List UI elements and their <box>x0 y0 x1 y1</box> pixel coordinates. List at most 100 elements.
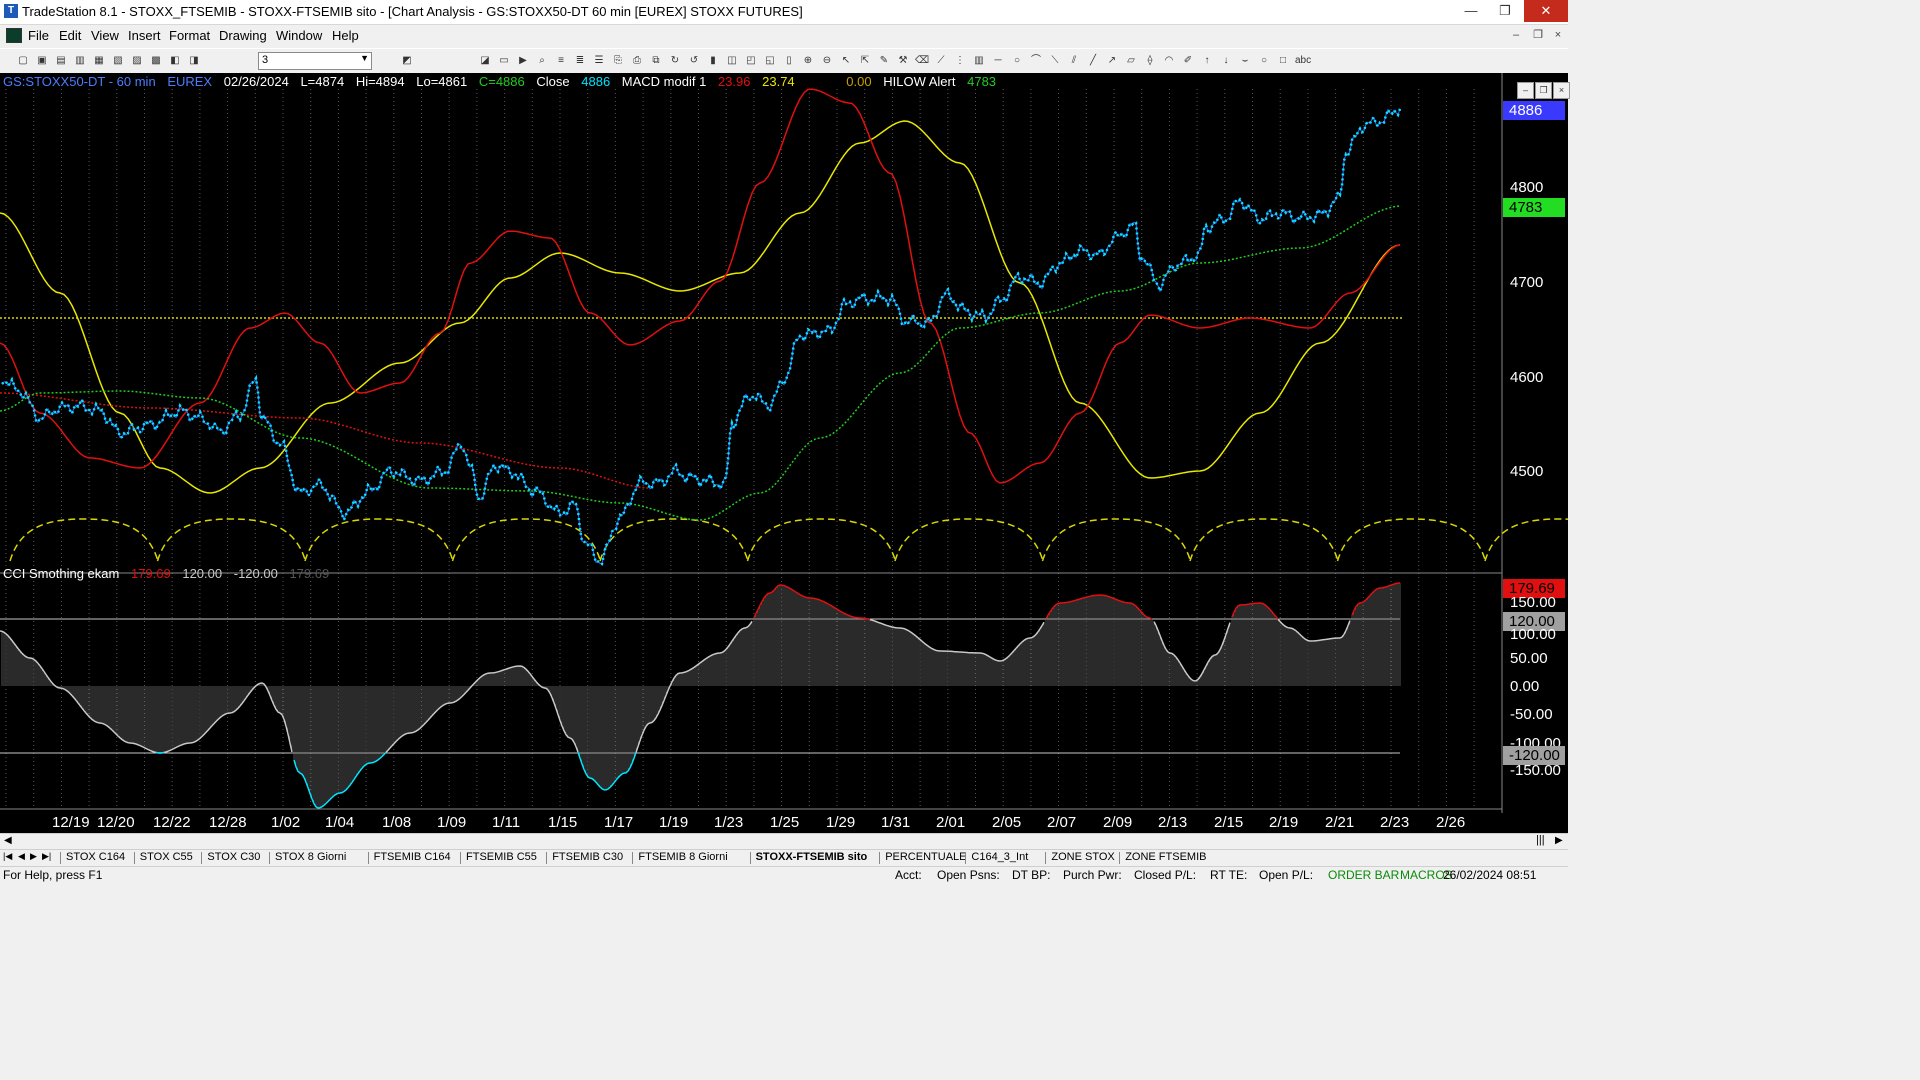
arrow-icon[interactable]: ↗ <box>1105 54 1119 67</box>
tools-icon[interactable]: ✎ <box>877 54 891 67</box>
printer-setup-icon[interactable]: ▨ <box>130 54 144 67</box>
link-c-icon[interactable]: ⧉ <box>649 54 663 67</box>
network-icon[interactable]: ◪ <box>478 54 492 67</box>
workspace-tab[interactable]: FTSEMIB C55 <box>466 851 537 863</box>
horizontal-line-icon[interactable]: ─ <box>991 54 1005 67</box>
workspace-tab[interactable]: STOXX-FTSEMIB sito <box>756 851 868 863</box>
minimize-button[interactable]: — <box>1454 0 1488 22</box>
pencil-icon[interactable]: ✐ <box>1181 54 1195 67</box>
speed-line-icon[interactable]: ⟍ <box>1048 54 1062 67</box>
menu-help[interactable]: Help <box>332 28 359 43</box>
refresh-b-icon[interactable]: ↺ <box>687 54 701 67</box>
cycle-icon[interactable]: ○ <box>1010 54 1024 67</box>
tab-nav-last-icon[interactable]: ▶| <box>42 851 51 862</box>
bar-chart-icon[interactable]: ▮ <box>706 54 720 67</box>
time-axis-label: 1/11 <box>492 814 521 831</box>
menu-edit[interactable]: Edit <box>59 28 81 43</box>
mdi-close-button[interactable]: × <box>1550 28 1566 42</box>
workspace-tab[interactable]: STOX C55 <box>140 851 193 863</box>
chart-canvas[interactable] <box>0 73 1568 833</box>
chart-analysis-window[interactable]: GS:STOXX50-DT - 60 min EUREX 02/26/2024 … <box>0 73 1570 833</box>
link-b-icon[interactable]: ⎙ <box>630 54 644 67</box>
tab-nav-prev-icon[interactable]: ◀ <box>18 851 25 862</box>
rectangle-icon[interactable]: □ <box>1276 54 1290 67</box>
print-preview-icon[interactable]: ▥ <box>73 54 87 67</box>
tab-nav-next-icon[interactable]: ▶ <box>30 851 37 862</box>
subwindow-close-button[interactable]: × <box>1553 82 1570 99</box>
play-icon[interactable]: ▶ <box>516 54 530 67</box>
fib-icon[interactable]: ⋮ <box>953 54 967 67</box>
format-drawing-icon[interactable]: ⚒ <box>896 54 910 67</box>
binoculars-icon[interactable]: ⌕ <box>535 54 549 67</box>
zoom-out-icon[interactable]: ⊖ <box>820 54 834 67</box>
subwindow-minimize-button[interactable]: – <box>1517 82 1534 99</box>
format-b-icon[interactable]: ≣ <box>573 54 587 67</box>
channel-icon[interactable]: ▱ <box>1124 54 1138 67</box>
line-icon[interactable]: ╱ <box>1086 54 1100 67</box>
apps-icon[interactable]: ◩ <box>400 54 414 67</box>
open-workspace-icon[interactable]: ▤ <box>54 54 68 67</box>
bar-interval-combo[interactable]: 3 ▼ <box>258 52 372 70</box>
pointer-icon[interactable]: ↖ <box>839 54 853 67</box>
maximize-button[interactable]: ❐ <box>1488 0 1522 22</box>
chart-b-icon[interactable]: ◰ <box>744 54 758 67</box>
tab-nav-first-icon[interactable]: |◀ <box>3 851 12 862</box>
workspace-tab[interactable]: ZONE STOX <box>1051 851 1114 863</box>
menu-drawing[interactable]: Drawing <box>219 28 267 43</box>
arrow-down-icon[interactable]: ↓ <box>1219 54 1233 67</box>
mdi-restore-button[interactable]: ❐ <box>1530 28 1546 42</box>
workspace-tab[interactable]: FTSEMIB 8 Giorni <box>638 851 727 863</box>
paste-icon[interactable]: ◧ <box>168 54 182 67</box>
zoom-in-icon[interactable]: ⊕ <box>801 54 815 67</box>
close-button[interactable]: ✕ <box>1524 0 1568 22</box>
text-abc-icon[interactable]: abc <box>1295 54 1311 67</box>
link-a-icon[interactable]: ⎘ <box>611 54 625 67</box>
workspace-tab[interactable]: STOX C30 <box>207 851 260 863</box>
menu-view[interactable]: View <box>91 28 119 43</box>
combo-dropdown-icon[interactable]: ▼ <box>360 53 369 63</box>
workspace-list-icon[interactable]: ▭ <box>497 54 511 67</box>
workspace-tab[interactable]: STOX C164 <box>66 851 125 863</box>
trendline-icon[interactable]: ⟋ <box>934 54 948 67</box>
scroll-thumb-icon[interactable]: ||| <box>1536 834 1545 846</box>
chart-window-icon[interactable] <box>6 28 22 43</box>
copy-icon[interactable]: ▩ <box>149 54 163 67</box>
workspace-tab[interactable]: ZONE FTSEMIB <box>1125 851 1206 863</box>
subwindow-restore-button[interactable]: ❐ <box>1535 82 1552 99</box>
circle-icon[interactable]: ○ <box>1257 54 1271 67</box>
select-cursor-icon[interactable]: ⇱ <box>858 54 872 67</box>
refresh-a-icon[interactable]: ↻ <box>668 54 682 67</box>
print-icon[interactable]: ▧ <box>111 54 125 67</box>
chart-c-icon[interactable]: ◱ <box>763 54 777 67</box>
erase-icon[interactable]: ⌫ <box>915 54 929 67</box>
andrews-icon[interactable]: ⫽ <box>1067 54 1081 67</box>
open-icon[interactable]: ▣ <box>35 54 49 67</box>
fan-icon[interactable]: ⟠ <box>1143 54 1157 67</box>
arrow-up-icon[interactable]: ↑ <box>1200 54 1214 67</box>
save-icon[interactable]: ▦ <box>92 54 106 67</box>
workspace-tab[interactable]: STOX 8 Giorni <box>275 851 346 863</box>
menu-file[interactable]: File <box>28 28 49 43</box>
bars-lines-icon[interactable]: ▥ <box>972 54 986 67</box>
menu-window[interactable]: Window <box>276 28 322 43</box>
new-doc-icon[interactable]: ▢ <box>16 54 30 67</box>
curve-icon[interactable]: ⌣ <box>1238 54 1252 67</box>
scroll-right-icon[interactable]: ▶ <box>1555 835 1563 846</box>
bars-icon[interactable]: ▯ <box>782 54 796 67</box>
mdi-minimize-button[interactable]: – <box>1508 28 1524 42</box>
workspace-tab[interactable]: FTSEMIB C164 <box>374 851 451 863</box>
chart-a-icon[interactable]: ◫ <box>725 54 739 67</box>
format-c-icon[interactable]: ☰ <box>592 54 606 67</box>
horizontal-scrollbar[interactable]: ◀ ||| ▶ <box>0 833 1568 850</box>
workspace-tab[interactable]: C164_3_Int <box>971 851 1028 863</box>
workspace-tab[interactable]: FTSEMIB C30 <box>552 851 623 863</box>
order-bar-button[interactable]: ORDER BAR <box>1328 868 1399 882</box>
gann-icon[interactable]: ⌒ <box>1029 54 1043 67</box>
workspace-tab[interactable]: PERCENTUALE <box>885 851 966 863</box>
arc-icon[interactable]: ◠ <box>1162 54 1176 67</box>
menu-insert[interactable]: Insert <box>128 28 161 43</box>
lock-icon[interactable]: ◨ <box>187 54 201 67</box>
format-a-icon[interactable]: ≡ <box>554 54 568 67</box>
scroll-left-icon[interactable]: ◀ <box>4 835 12 846</box>
menu-format[interactable]: Format <box>169 28 210 43</box>
